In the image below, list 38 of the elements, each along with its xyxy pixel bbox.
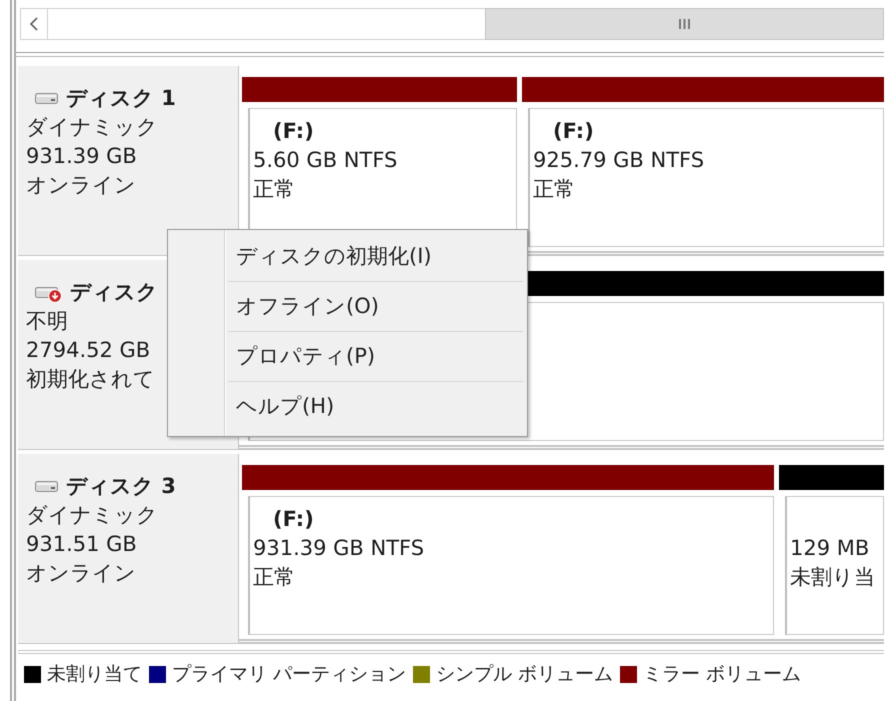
disk-type: 不明 — [26, 308, 69, 335]
legend-label: 未割り当て — [47, 662, 142, 686]
partition-panel[interactable]: (F:) 925.79 GB NTFS 正常 — [528, 108, 884, 247]
scroll-left-button[interactable] — [20, 8, 48, 40]
disk-type: ダイナミック — [26, 502, 159, 529]
disk-status: オンライン — [26, 172, 137, 199]
partition-panel[interactable]: 129 MB 未割り当 — [785, 496, 884, 635]
menu-item[interactable]: ディスクの初期化(I) — [228, 232, 523, 282]
disk-status: 初期化されて — [26, 366, 156, 393]
volume-size: 925.79 GB NTFS — [533, 147, 706, 174]
volume-label: (F:) — [552, 118, 595, 145]
legend-label: ミラー ボリューム — [643, 662, 802, 686]
disk-type: ダイナミック — [26, 114, 159, 141]
scrollbar-thumb[interactable] — [485, 8, 884, 40]
disk-size: 2794.52 GB — [26, 337, 152, 364]
legend-label: プライマリ パーティション — [172, 662, 406, 686]
disk-status: オンライン — [26, 560, 137, 587]
menu-item[interactable]: プロパティ(P) — [228, 332, 523, 382]
volume-status: 正常 — [253, 564, 296, 591]
disk-size: 931.39 GB — [26, 143, 138, 170]
menu-item[interactable]: ヘルプ(H) — [228, 382, 523, 432]
partition-panel[interactable]: (F:) 931.39 GB NTFS 正常 — [248, 496, 774, 635]
legend-label: シンプル ボリューム — [436, 662, 614, 686]
volume-label: (F:) — [272, 506, 315, 533]
volume-status: 正常 — [253, 176, 296, 203]
disk-name: ディスク — [70, 279, 158, 306]
volume-size: 5.60 GB NTFS — [253, 147, 398, 174]
disk-name: ディスク 3 — [66, 473, 176, 500]
chevron-left-icon — [30, 17, 38, 31]
volume-size: 931.39 GB NTFS — [253, 535, 426, 562]
disk-size: 931.51 GB — [26, 531, 138, 558]
volume-status: 正常 — [533, 176, 576, 203]
disk-name: ディスク 1 — [66, 85, 176, 112]
volume-size: 129 MB — [790, 535, 870, 562]
grip-icon — [679, 19, 690, 29]
menu-item[interactable]: オフライン(O) — [228, 282, 523, 332]
volume-label: (F:) — [272, 118, 315, 145]
volume-status: 未割り当 — [790, 564, 876, 591]
